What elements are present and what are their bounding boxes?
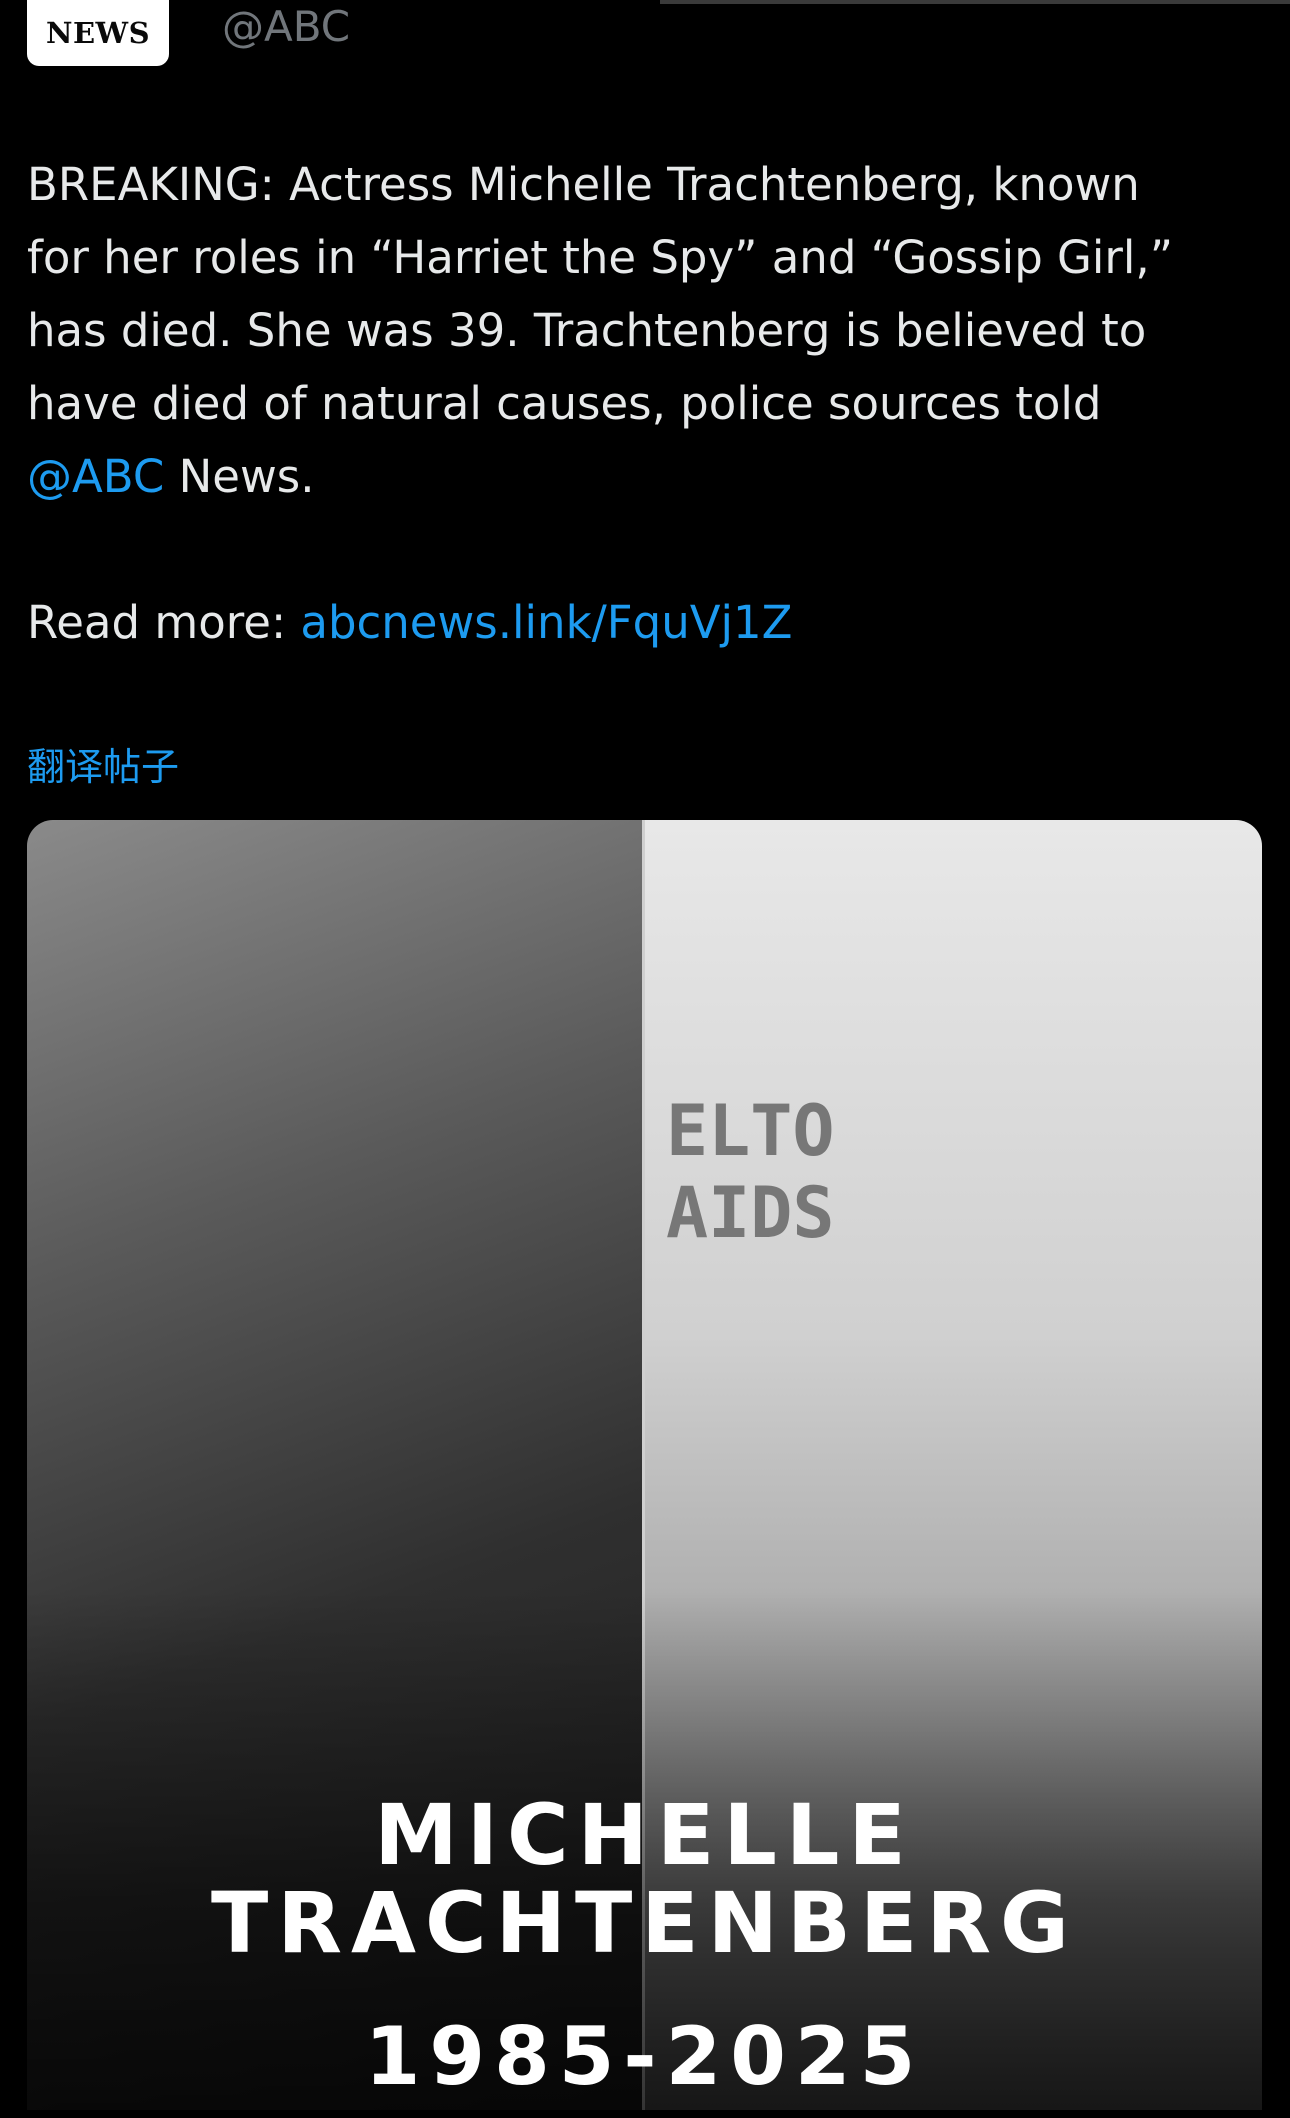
user-handle[interactable]: @ABC <box>222 2 350 51</box>
tweet-text-line: @ABC News. <box>27 440 1267 513</box>
read-more-label: Read more: <box>27 596 301 649</box>
tweet-media-image[interactable]: ELTO AIDS MICHELLE TRACHTENBERG 1985-202… <box>27 820 1262 2110</box>
avatar-badge-text: NEWS <box>45 16 151 50</box>
tweet-text-line: BREAKING: Actress Michelle Trachtenberg,… <box>27 158 1140 211</box>
abc-news-avatar[interactable]: NEWS <box>27 0 169 66</box>
read-more-line: Read more: abcnews.link/FquVj1Z <box>27 586 1267 659</box>
tweet-text-line: have died of natural causes, police sour… <box>27 377 1102 430</box>
wall-text-line: ELTO <box>666 1090 835 1172</box>
top-divider-line <box>660 0 1290 4</box>
tweet-header: NEWS @ABC <box>27 0 350 70</box>
memorial-name-last: TRACHTENBERG <box>211 1874 1078 1972</box>
tweet-text-fragment: News. <box>164 450 315 503</box>
article-link[interactable]: abcnews.link/FquVj1Z <box>300 596 792 649</box>
memorial-years: 1985-2025 <box>364 2010 925 2103</box>
tweet-text-line: has died. She was 39. Trachtenberg is be… <box>27 304 1147 357</box>
mention-link[interactable]: @ABC <box>27 450 164 503</box>
wall-text-line: AIDS <box>666 1172 835 1254</box>
translate-post-button[interactable]: 翻译帖子 <box>27 736 179 791</box>
tweet-body: BREAKING: Actress Michelle Trachtenberg,… <box>27 148 1267 659</box>
memorial-name-first: MICHELLE <box>374 1786 915 1884</box>
background-wall-text: ELTO AIDS <box>666 1090 835 1254</box>
tweet-text-line: for her roles in “Harriet the Spy” and “… <box>27 231 1174 284</box>
